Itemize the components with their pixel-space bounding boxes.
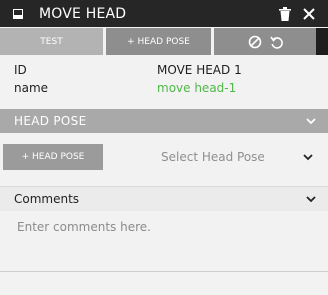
properties: ID MOVE HEAD 1 name move head-1 — [0, 55, 328, 97]
window-title: MOVE HEAD — [39, 5, 127, 22]
head-pose-section-header[interactable]: HEAD POSE — [0, 109, 328, 133]
property-value: MOVE HEAD 1 — [157, 63, 242, 77]
property-value-name[interactable]: move head-1 — [157, 81, 236, 95]
property-key: name — [14, 81, 49, 95]
head-pose-select[interactable]: Select Head Pose — [161, 150, 313, 164]
block-icon[interactable] — [247, 34, 263, 50]
add-head-pose-toolbar-button[interactable]: + HEAD POSE — [106, 28, 211, 55]
comments-section-title: Comments — [14, 192, 80, 206]
trash-icon[interactable] — [278, 6, 292, 22]
comments-section-header[interactable]: Comments — [0, 186, 328, 211]
comments-input[interactable] — [17, 220, 311, 262]
toolbar: TEST + HEAD POSE — [0, 28, 328, 55]
chevron-down-icon — [306, 192, 316, 206]
undo-icon[interactable] — [269, 34, 285, 50]
close-icon[interactable] — [302, 7, 316, 21]
head-pose-row: + HEAD POSE Select Head Pose — [0, 133, 328, 181]
window-icon — [13, 8, 23, 19]
property-row-name: name move head-1 — [0, 79, 328, 97]
toolbar-actions — [214, 28, 328, 55]
head-pose-select-placeholder: Select Head Pose — [161, 150, 265, 164]
comments-area — [0, 211, 328, 271]
chevron-down-icon — [306, 114, 316, 128]
toolbar-edge — [316, 28, 328, 55]
add-head-pose-button[interactable]: + HEAD POSE — [3, 144, 103, 170]
titlebar: MOVE HEAD — [0, 0, 328, 27]
footer-bottom — [0, 272, 328, 290]
chevron-down-icon — [303, 150, 313, 164]
property-row-id: ID MOVE HEAD 1 — [0, 61, 328, 79]
property-key: ID — [14, 63, 27, 77]
head-pose-section-title: HEAD POSE — [14, 114, 87, 128]
test-button[interactable]: TEST — [0, 28, 103, 55]
